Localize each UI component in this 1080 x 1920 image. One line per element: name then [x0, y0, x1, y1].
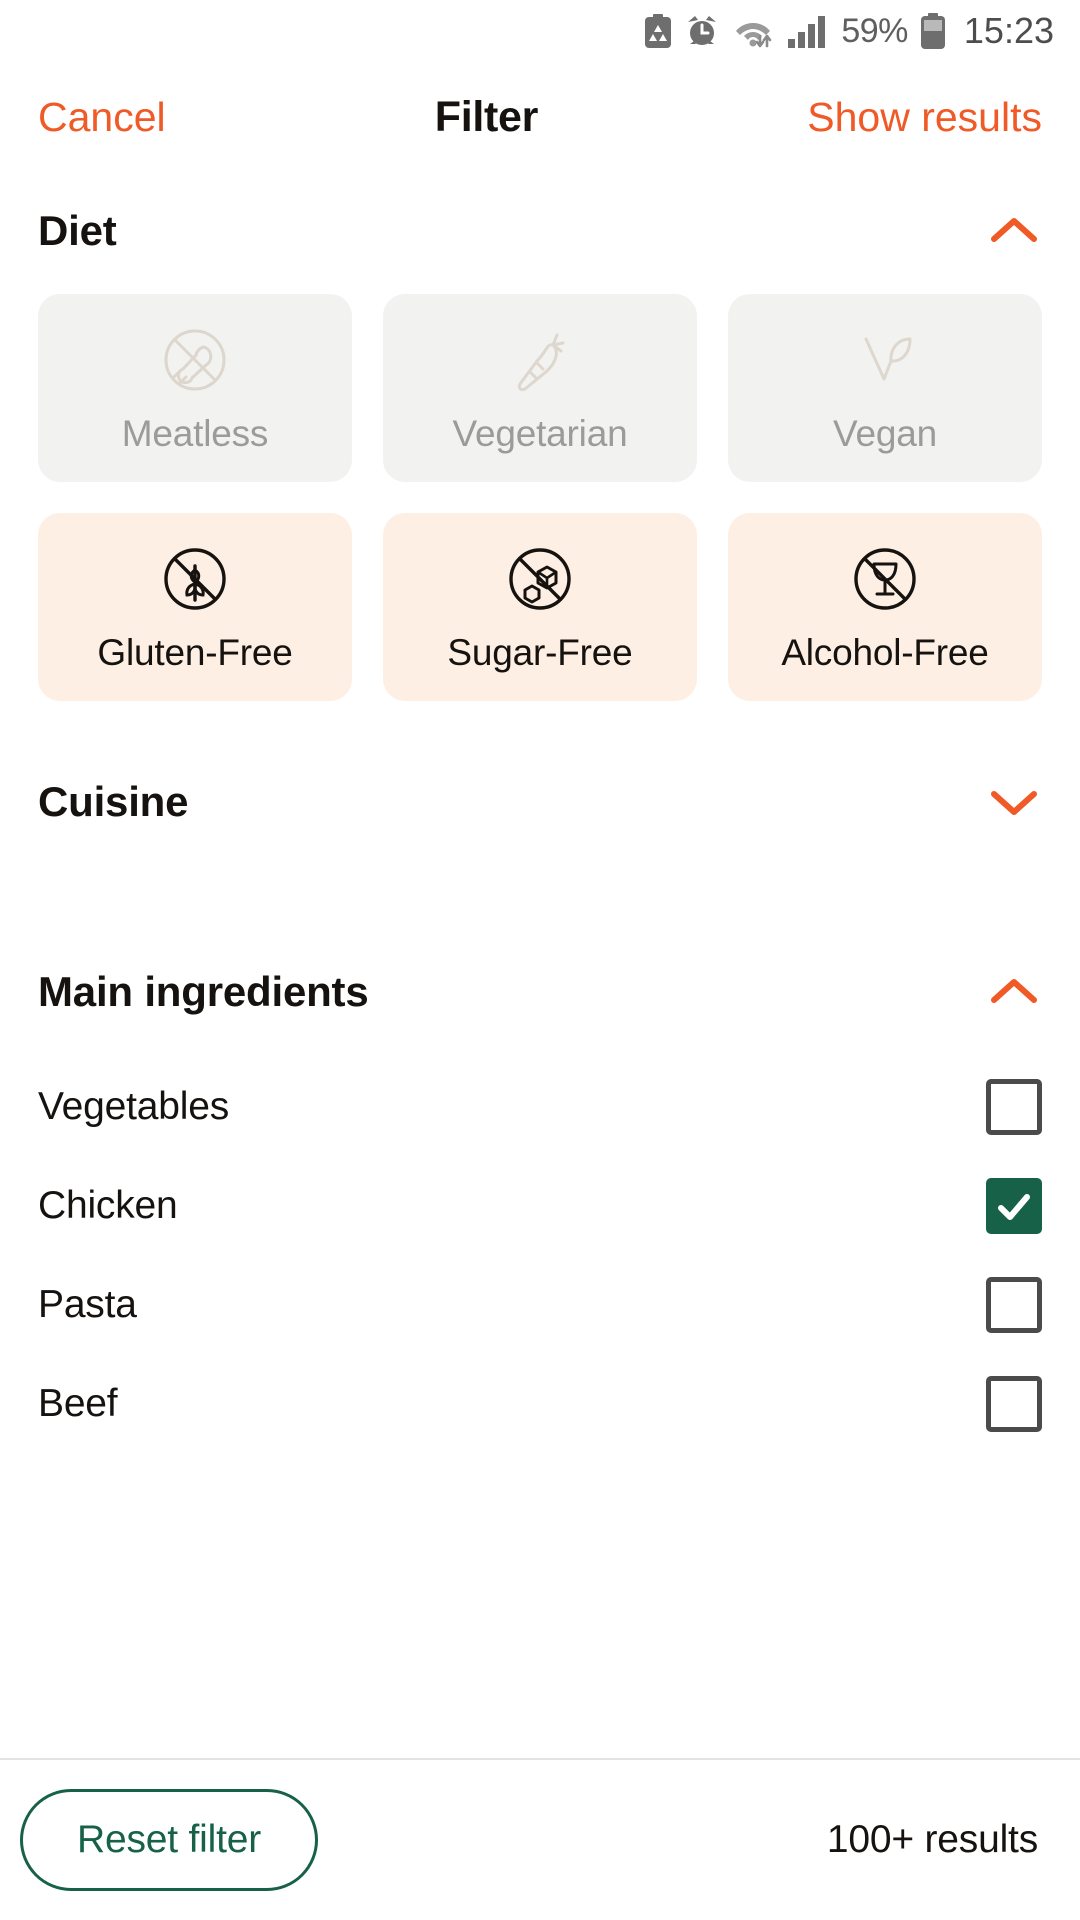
no-alcohol-icon: [854, 548, 916, 610]
checkbox-pasta[interactable]: [986, 1276, 1042, 1333]
diet-chip-label: Vegan: [833, 413, 937, 454]
diet-chip-label: Sugar-Free: [447, 632, 633, 673]
diet-chip-vegetarian[interactable]: Vegetarian: [383, 294, 697, 482]
status-icon-group: [644, 14, 829, 48]
status-bar: 59% 15:23: [0, 0, 1080, 62]
checkbox-vegetables[interactable]: [986, 1078, 1042, 1135]
results-count-label: 100+ results: [826, 1818, 1038, 1861]
cancel-button[interactable]: Cancel: [38, 94, 166, 141]
section-header-cuisine[interactable]: Cuisine: [38, 743, 1042, 861]
ingredient-label: Vegetables: [38, 1084, 230, 1128]
chevron-up-icon[interactable]: [986, 972, 1042, 1012]
filter-footer: Reset filter 100+ results: [0, 1758, 1080, 1920]
page-title: Filter: [434, 92, 539, 141]
show-results-button[interactable]: Show results: [807, 94, 1042, 141]
list-item-vegetables[interactable]: Vegetables: [38, 1057, 1042, 1156]
battery-percent-label: 59%: [841, 11, 908, 50]
diet-chip-meatless[interactable]: Meatless: [38, 294, 352, 482]
chevron-down-icon[interactable]: [986, 782, 1042, 822]
diet-chip-label: Meatless: [121, 413, 269, 454]
alarm-icon: [688, 16, 717, 45]
diet-chip-label: Gluten-Free: [97, 632, 293, 673]
filter-content: Diet Meatless Vegetarian Vegan Gluten-Fr…: [0, 172, 1080, 1758]
section-title-cuisine: Cuisine: [38, 778, 189, 825]
ingredient-label: Beef: [38, 1381, 118, 1425]
no-meat-icon: [164, 329, 226, 391]
chevron-up-icon[interactable]: [986, 211, 1042, 251]
diet-chip-grid: Meatless Vegetarian Vegan Gluten-Free Su…: [38, 294, 1042, 701]
reset-filter-button[interactable]: Reset filter: [20, 1789, 318, 1891]
battery-saver-icon: [645, 14, 672, 48]
diet-chip-label: Vegetarian: [452, 413, 628, 454]
section-title-main-ingredients: Main ingredients: [38, 968, 369, 1015]
carrot-icon: [517, 333, 565, 392]
no-gluten-icon: [164, 548, 226, 610]
list-item-pasta[interactable]: Pasta: [38, 1255, 1042, 1354]
ingredient-label: Pasta: [38, 1282, 137, 1326]
diet-chip-label: Alcohol-Free: [781, 632, 989, 673]
filter-header: Cancel Filter Show results: [0, 62, 1080, 172]
check-icon: [998, 1193, 1030, 1220]
filter-screen: 59% 15:23 Cancel Filter Show results Die…: [0, 0, 1080, 1920]
leaf-icon: [864, 337, 912, 381]
section-header-main-ingredients[interactable]: Main ingredients: [38, 933, 1042, 1051]
no-sugar-icon: [509, 548, 571, 610]
checkbox-chicken[interactable]: [986, 1177, 1042, 1234]
section-header-diet[interactable]: Diet: [38, 172, 1042, 290]
list-item-beef[interactable]: Beef: [38, 1354, 1042, 1453]
diet-chip-alcohol-free[interactable]: Alcohol-Free: [728, 513, 1042, 701]
ingredient-list: Vegetables Chicken Pasta Beef: [38, 1057, 1042, 1453]
diet-chip-gluten-free[interactable]: Gluten-Free: [38, 513, 352, 701]
clock-label: 15:23: [963, 10, 1054, 51]
wifi-icon: [736, 23, 772, 48]
list-item-chicken[interactable]: Chicken: [38, 1156, 1042, 1255]
battery-icon: [920, 13, 945, 49]
diet-chip-vegan[interactable]: Vegan: [728, 294, 1042, 482]
signal-icon: [788, 16, 826, 48]
ingredient-label: Chicken: [38, 1183, 178, 1227]
checkbox-beef[interactable]: [986, 1375, 1042, 1432]
diet-chip-sugar-free[interactable]: Sugar-Free: [383, 513, 697, 701]
section-title-diet: Diet: [38, 207, 117, 254]
